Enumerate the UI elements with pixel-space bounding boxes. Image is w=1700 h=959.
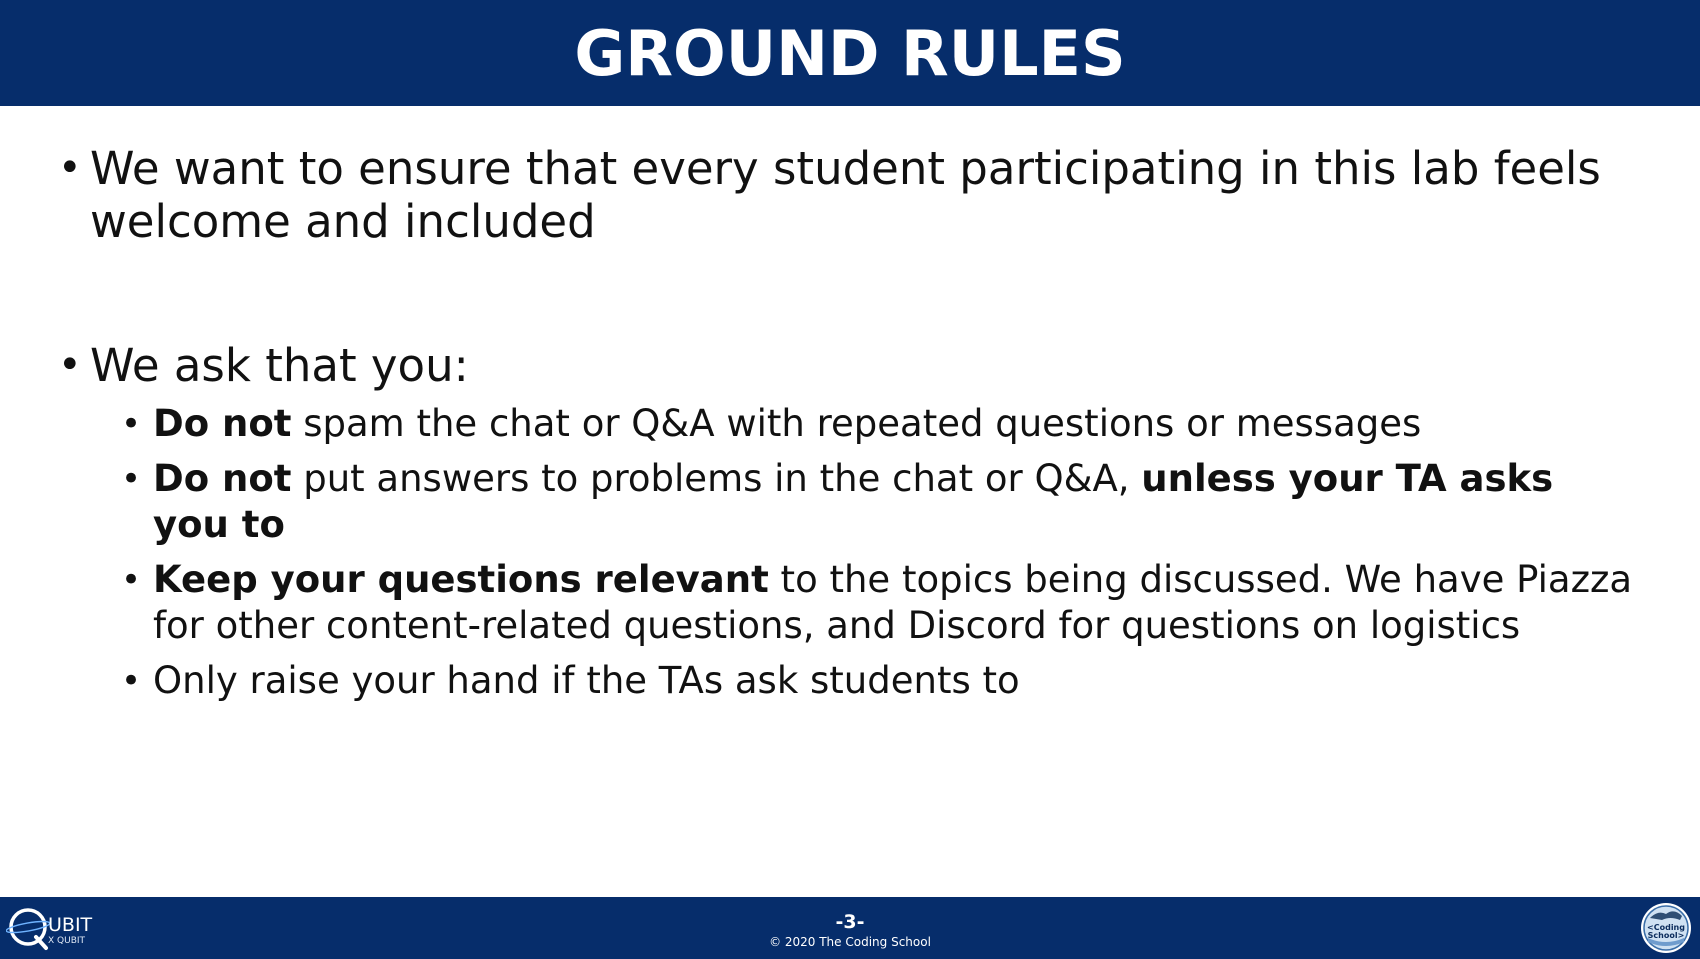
sub-bullet-body: spam the chat or Q&A with repeated quest… (291, 402, 1422, 445)
sub-bullet-body: put answers to problems in the chat or Q… (291, 457, 1142, 500)
sub-bullet-text: Do not spam the chat or Q&A with repeate… (153, 401, 1641, 447)
sub-bullet-marker: • (121, 661, 142, 701)
sub-bullet-spam: • Do not spam the chat or Q&A with repea… (121, 401, 1641, 447)
copyright: © 2020 The Coding School (769, 935, 931, 949)
bullet-text: We want to ensure that every student par… (90, 142, 1601, 248)
sub-bullet-text: Only raise your hand if the TAs ask stud… (153, 659, 1020, 702)
sub-bullet-marker: • (121, 560, 142, 600)
bullet-welcome: • We want to ensure that every student p… (58, 142, 1658, 248)
bullet-marker: • (58, 145, 82, 191)
emphasis: Do not (153, 402, 292, 445)
page-number: -3- (835, 911, 865, 933)
sub-bullet-relevant: • Keep your questions relevant to the to… (121, 557, 1641, 649)
bullet-marker: • (58, 342, 82, 388)
emphasis: Do not (153, 457, 292, 500)
sub-bullet-text: Keep your questions relevant to the topi… (153, 557, 1641, 649)
logo-right-text-2: School> (1648, 931, 1685, 940)
sub-bullet-raise-hand: • Only raise your hand if the TAs ask st… (121, 658, 1641, 704)
coding-school-logo-icon: <Coding School> (1641, 903, 1691, 953)
sub-bullet-answers: • Do not put answers to problems in the … (121, 456, 1641, 548)
sub-bullet-marker: • (121, 459, 142, 499)
bullet-ask: • We ask that you: (58, 339, 1658, 392)
footer-bar: UBIT X QUBIT -3- © 2020 The Coding Schoo… (0, 897, 1700, 959)
sub-bullet-text: Do not put answers to problems in the ch… (153, 456, 1641, 548)
emphasis: Keep your questions relevant (153, 558, 769, 601)
slide-title: GROUND RULES (574, 16, 1126, 90)
sub-bullet-marker: • (121, 404, 142, 444)
title-bar: GROUND RULES (0, 0, 1700, 106)
bullet-text: We ask that you: (90, 339, 469, 392)
